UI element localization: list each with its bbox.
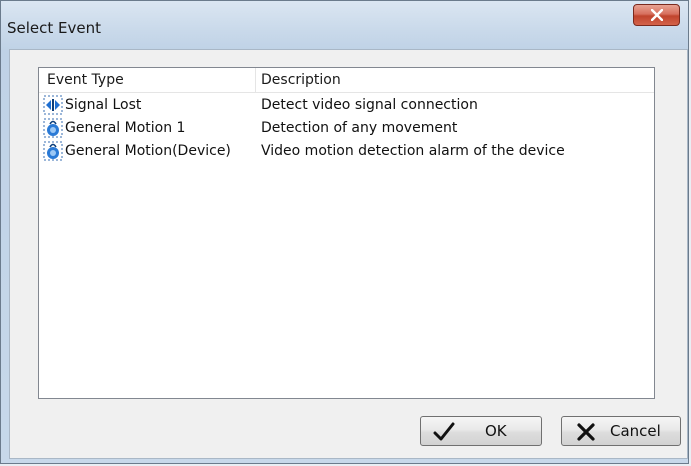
list-item[interactable]: General Motion 1 Detection of any moveme… bbox=[39, 116, 654, 140]
dialog-client-area: Event Type Description Signal Lost Detec… bbox=[9, 49, 688, 459]
list-header: Event Type Description bbox=[39, 68, 654, 93]
motion-icon bbox=[43, 118, 63, 138]
select-event-dialog: Select Event Event Type Description Sign… bbox=[0, 0, 689, 464]
cancel-button[interactable]: Cancel bbox=[561, 416, 681, 446]
window-title: Select Event bbox=[7, 19, 102, 37]
event-description-cell: Detection of any movement bbox=[261, 120, 458, 136]
event-description-cell: Detect video signal connection bbox=[261, 97, 478, 113]
event-description-cell: Video motion detection alarm of the devi… bbox=[261, 143, 565, 159]
column-header-event-type[interactable]: Event Type bbox=[47, 71, 124, 89]
column-divider[interactable] bbox=[255, 68, 256, 92]
title-bar[interactable]: Select Event bbox=[1, 1, 688, 49]
ok-button-label: OK bbox=[485, 422, 507, 440]
column-header-description[interactable]: Description bbox=[261, 71, 341, 89]
list-item[interactable]: Signal Lost Detect video signal connecti… bbox=[39, 93, 654, 117]
event-type-cell: General Motion 1 bbox=[65, 120, 186, 136]
cancel-button-label: Cancel bbox=[610, 422, 661, 440]
cancel-x-icon bbox=[576, 422, 596, 446]
close-button[interactable] bbox=[633, 4, 680, 26]
event-type-cell: Signal Lost bbox=[65, 97, 142, 113]
list-item[interactable]: General Motion(Device) Video motion dete… bbox=[39, 139, 654, 163]
motion-icon bbox=[43, 141, 63, 161]
checkmark-icon bbox=[433, 422, 455, 446]
close-icon bbox=[651, 9, 663, 21]
event-type-cell: General Motion(Device) bbox=[65, 143, 231, 159]
ok-button[interactable]: OK bbox=[420, 416, 542, 446]
signal-lost-icon bbox=[43, 95, 63, 115]
event-list[interactable]: Event Type Description Signal Lost Detec… bbox=[38, 67, 655, 399]
